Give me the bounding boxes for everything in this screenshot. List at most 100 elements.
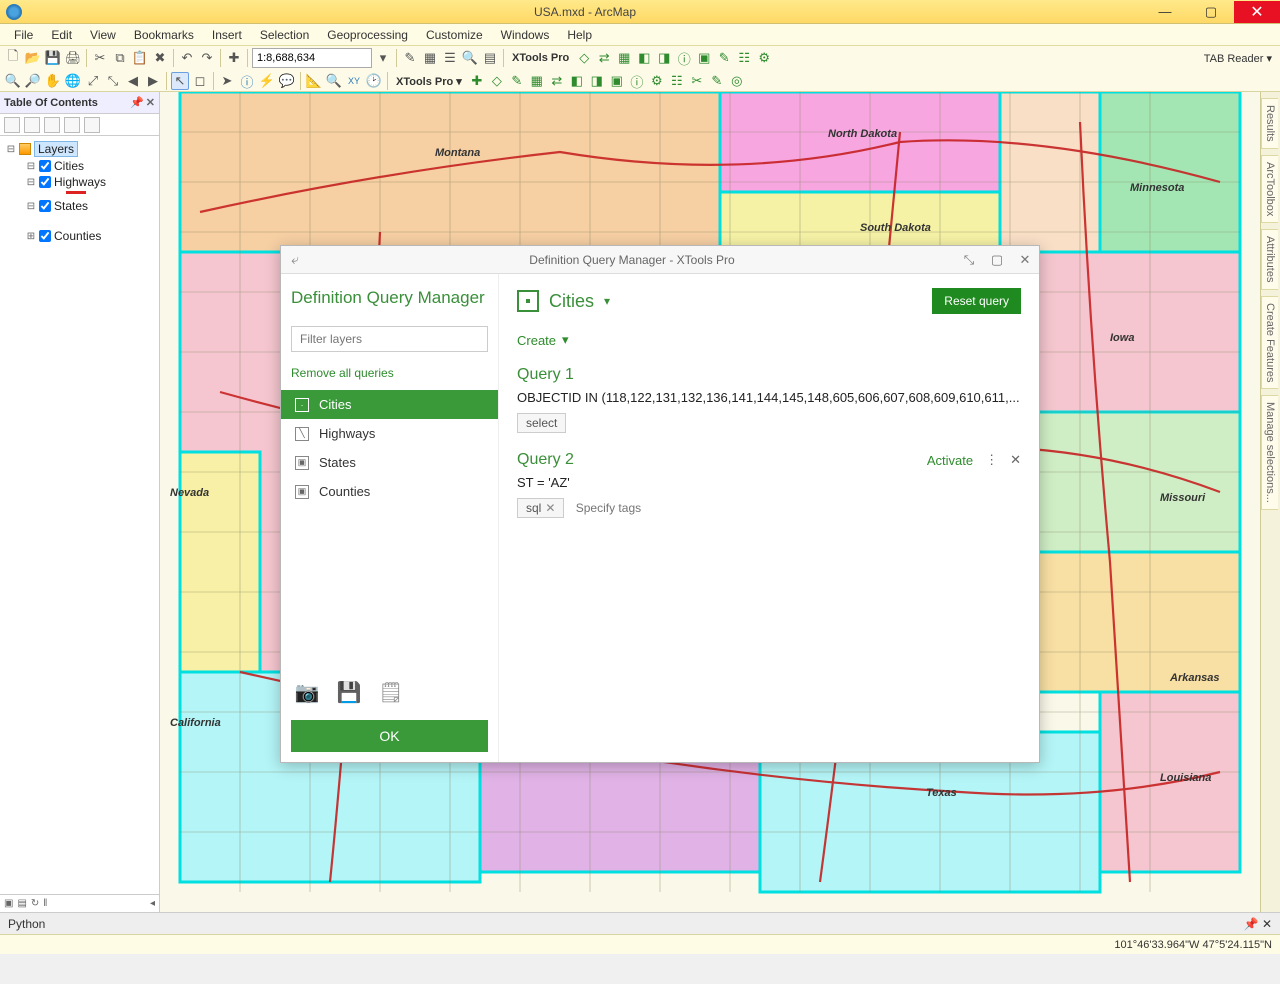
expand-icon[interactable]: ⊞ <box>26 231 36 242</box>
next-extent-icon[interactable]: ▶ <box>144 72 162 90</box>
toc-item-highways[interactable]: ⊟ Highways <box>22 174 157 190</box>
search-icon[interactable]: 🔍 <box>461 49 479 67</box>
menu-geoprocessing[interactable]: Geoprocessing <box>319 26 416 44</box>
layer-chevron-icon[interactable]: ▾ <box>604 294 610 308</box>
html-popup-icon[interactable]: 💬 <box>278 72 296 90</box>
xt2-1[interactable]: ✚ <box>468 72 486 90</box>
menu-insert[interactable]: Insert <box>204 26 250 44</box>
xtools-label[interactable]: XTools Pro <box>508 52 573 64</box>
fixed-zoom-out-icon[interactable]: ⤡ <box>104 72 122 90</box>
dialog-dock-icon[interactable]: ⤡ <box>955 252 983 268</box>
pause-icon[interactable]: ‖ <box>43 898 47 909</box>
minimize-button[interactable]: — <box>1142 1 1188 23</box>
xt2-3[interactable]: ✎ <box>508 72 526 90</box>
toc-tab-5[interactable] <box>84 117 100 133</box>
delete-icon[interactable]: ✖ <box>151 49 169 67</box>
xt-ico-1[interactable]: ◇ <box>575 49 593 67</box>
expand-icon[interactable]: ⊟ <box>26 177 36 188</box>
dialog-max-icon[interactable]: ▢ <box>983 252 1011 268</box>
xt2-6[interactable]: ◧ <box>568 72 586 90</box>
dlg-layer-counties[interactable]: ▣ Counties <box>281 477 498 506</box>
create-dropdown[interactable]: Create ▾ <box>517 332 1021 348</box>
activate-link[interactable]: Activate <box>927 453 973 468</box>
xt-ico-2[interactable]: ⇄ <box>595 49 613 67</box>
dlg-layer-states[interactable]: ▣ States <box>281 448 498 477</box>
paste-icon[interactable]: 📋 <box>131 49 149 67</box>
find-icon[interactable]: 🔍 <box>325 72 343 90</box>
select-icon[interactable]: ↖ <box>171 72 189 90</box>
toc-item-states[interactable]: ⊟ States <box>22 198 157 214</box>
tab-attributes[interactable]: Attributes <box>1261 229 1278 289</box>
refresh-icon[interactable]: ↻ <box>31 898 39 909</box>
save-icon[interactable]: 💾 <box>44 49 62 67</box>
tab-arctoolbox[interactable]: ArcToolbox <box>1261 155 1278 223</box>
save-icon[interactable]: 💾 <box>335 678 363 706</box>
identify-icon[interactable]: ⓘ <box>238 72 256 90</box>
layer-checkbox[interactable] <box>39 176 51 188</box>
menu-customize[interactable]: Customize <box>418 26 491 44</box>
measure-icon[interactable]: 📐 <box>305 72 323 90</box>
xt-ico-9[interactable]: ☷ <box>735 49 753 67</box>
prev-extent-icon[interactable]: ◀ <box>124 72 142 90</box>
xtools-dd[interactable]: XTools Pro ▾ <box>392 75 466 88</box>
full-extent-icon[interactable]: 🌐 <box>64 72 82 90</box>
xt2-8[interactable]: ▣ <box>608 72 626 90</box>
xt2-9[interactable]: ⓘ <box>628 72 646 90</box>
expand-icon[interactable]: ⊟ <box>26 161 36 172</box>
menu-windows[interactable]: Windows <box>493 26 558 44</box>
print-icon[interactable]: 🖨 <box>64 49 82 67</box>
help-icon[interactable]: 🗒 <box>377 678 405 706</box>
new-icon[interactable]: 🗋 <box>4 49 22 67</box>
xt-ico-6[interactable]: ⓘ <box>675 49 693 67</box>
toc-tab-4[interactable] <box>64 117 80 133</box>
tab-manage-selections[interactable]: Manage selections... <box>1261 395 1278 510</box>
editor-icon[interactable]: ✎ <box>401 49 419 67</box>
xt2-14[interactable]: ◎ <box>728 72 746 90</box>
xt-ico-5[interactable]: ◨ <box>655 49 673 67</box>
maximize-button[interactable]: ▢ <box>1188 1 1234 23</box>
dialog-titlebar[interactable]: ⤶ Definition Query Manager - XTools Pro … <box>281 246 1039 274</box>
python-icon[interactable]: ▤ <box>481 49 499 67</box>
menu-selection[interactable]: Selection <box>252 26 317 44</box>
xt-ico-8[interactable]: ✎ <box>715 49 733 67</box>
cut-icon[interactable]: ✂ <box>91 49 109 67</box>
expand-icon[interactable]: ⊟ <box>26 201 36 212</box>
toc-tab-3[interactable] <box>44 117 60 133</box>
time-icon[interactable]: 🕑 <box>365 72 383 90</box>
xt-ico-10[interactable]: ⚙ <box>755 49 773 67</box>
tab-reader-label[interactable]: TAB Reader ▾ <box>1200 52 1276 65</box>
xt2-4[interactable]: ▦ <box>528 72 546 90</box>
query2-tag[interactable]: sql ✕ <box>517 498 564 518</box>
reset-query-button[interactable]: Reset query <box>932 288 1021 314</box>
dlg-layer-highways[interactable]: ╲ Highways <box>281 419 498 448</box>
expand-icon[interactable]: ⊟ <box>6 144 16 155</box>
tag-remove-icon[interactable]: ✕ <box>545 501 555 515</box>
layer-checkbox[interactable] <box>39 230 51 242</box>
pointer-icon[interactable]: ➤ <box>218 72 236 90</box>
view-layout-icon[interactable]: ▤ <box>17 898 26 909</box>
hyperlink-icon[interactable]: ⚡ <box>258 72 276 90</box>
xt2-11[interactable]: ☷ <box>668 72 686 90</box>
close-button[interactable]: ✕ <box>1234 1 1280 23</box>
layer-checkbox[interactable] <box>39 200 51 212</box>
menu-bookmarks[interactable]: Bookmarks <box>126 26 202 44</box>
back-icon[interactable]: ⤶ <box>281 251 309 268</box>
python-close-icon[interactable]: ✕ <box>1262 917 1272 931</box>
layer-checkbox[interactable] <box>39 160 51 172</box>
toc-pin-icon[interactable]: 📌 <box>130 96 144 109</box>
tag-input[interactable] <box>572 499 735 517</box>
toc-tab-1[interactable] <box>4 117 20 133</box>
menu-edit[interactable]: Edit <box>43 26 80 44</box>
tab-results[interactable]: Results <box>1261 98 1278 149</box>
remove-all-link[interactable]: Remove all queries <box>291 366 488 380</box>
zoom-out-icon[interactable]: 🔎 <box>24 72 42 90</box>
open-icon[interactable]: 📂 <box>24 49 42 67</box>
xt2-12[interactable]: ✂ <box>688 72 706 90</box>
xt2-2[interactable]: ◇ <box>488 72 506 90</box>
menu-view[interactable]: View <box>82 26 124 44</box>
xt2-13[interactable]: ✎ <box>708 72 726 90</box>
ok-button[interactable]: OK <box>291 720 488 752</box>
xt2-7[interactable]: ◨ <box>588 72 606 90</box>
fixed-zoom-in-icon[interactable]: ⤢ <box>84 72 102 90</box>
toc-close-icon[interactable]: ✕ <box>146 96 155 109</box>
